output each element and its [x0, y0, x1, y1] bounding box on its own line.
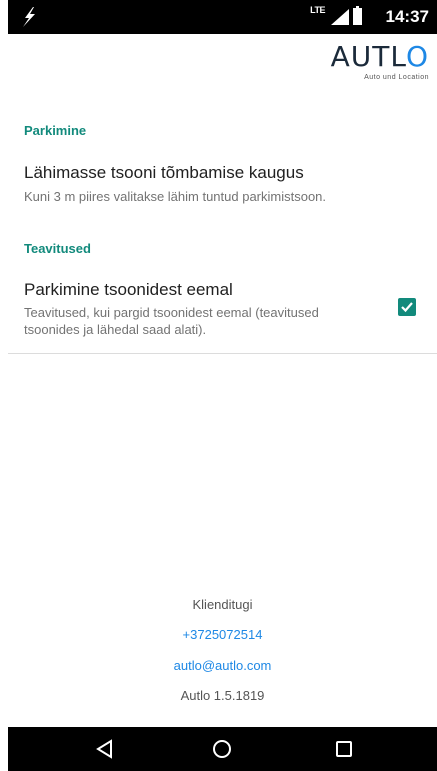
app-version: Autlo 1.5.1819	[180, 688, 265, 703]
checkmark-icon	[401, 302, 413, 313]
pref-summary-line-2: tsoonides ja lähedal saad alati).	[24, 322, 207, 337]
pref-summary-line-1: Teavitused, kui pargid tsoonidest eemal …	[24, 305, 319, 320]
pref-summary: Kuni 3 m piires valitakse lähim tuntud p…	[24, 189, 327, 204]
logo-accent: O	[405, 40, 429, 73]
status-time: 14:37	[385, 7, 429, 26]
status-bar: LTE 14:37	[8, 0, 437, 34]
logo-prefix: AUTL	[330, 40, 406, 73]
section-header-notifications: Teavitused	[24, 241, 91, 256]
app-screen: LTE 14:37 AUTLO Auto und Location Parkim…	[8, 0, 437, 771]
list-divider	[8, 353, 437, 354]
flash-icon	[23, 7, 35, 27]
logo-wordmark: AUTLO	[331, 42, 429, 72]
lte-signal-icon	[331, 9, 349, 25]
pref-title: Parkimine tsoonidest eemal	[24, 280, 233, 299]
section-header-parking: Parkimine	[24, 123, 87, 138]
support-label: Klienditugi	[192, 597, 253, 612]
notifications-checkbox[interactable]	[398, 298, 416, 316]
support-email-link[interactable]: autlo@autlo.com	[8, 658, 437, 673]
recents-icon[interactable]	[332, 737, 356, 761]
back-icon[interactable]	[93, 737, 117, 761]
logo-tagline: Auto und Location	[364, 74, 429, 81]
home-icon[interactable]	[210, 737, 234, 761]
app-header: AUTLO Auto und Location	[8, 34, 437, 114]
battery-icon	[353, 6, 362, 25]
support-phone-link[interactable]: +3725072514	[8, 627, 437, 642]
navigation-bar	[8, 727, 437, 771]
network-type-label: LTE	[310, 5, 325, 15]
pref-title: Lähimasse tsooni tõmbamise kaugus	[24, 163, 304, 182]
autlo-logo: AUTLO Auto und Location	[331, 42, 429, 82]
